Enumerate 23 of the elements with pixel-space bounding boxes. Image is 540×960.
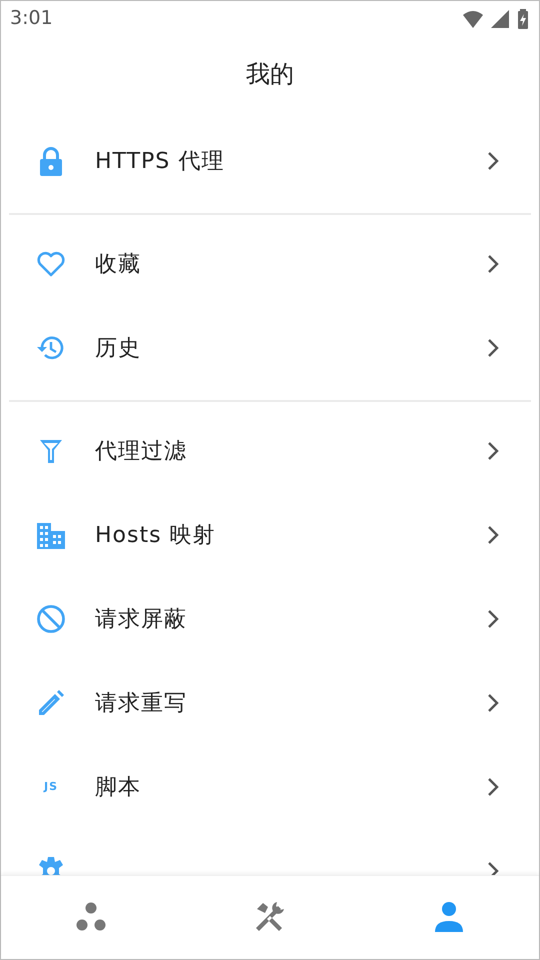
item-label: 历史 xyxy=(95,334,142,362)
item-label: 请求重写 xyxy=(95,690,188,718)
menu-item[interactable]: 代理过滤 xyxy=(1,409,539,493)
wifi-icon xyxy=(463,10,483,28)
signal-icon xyxy=(491,10,509,28)
page-title: 我的 xyxy=(246,59,294,90)
item-label: HTTPS 代理 xyxy=(95,148,226,176)
script-icon: JS xyxy=(35,778,67,796)
menu-item[interactable]: Hosts 映射 xyxy=(1,493,539,577)
block-icon xyxy=(35,603,67,635)
menu-item[interactable]: 请求屏蔽 xyxy=(1,577,539,661)
status-time: 3:01 xyxy=(10,6,53,32)
item-label: 收藏 xyxy=(95,250,142,278)
menu-item[interactable]: HTTPS 代理 xyxy=(1,119,539,203)
battery-icon xyxy=(517,8,529,28)
menu-item[interactable]: JS 脚本 xyxy=(1,745,539,829)
item-label: 请求屏蔽 xyxy=(95,606,188,634)
menu-item[interactable]: 收藏 xyxy=(1,222,539,306)
item-label: 脚本 xyxy=(95,774,142,802)
menu-item[interactable]: 请求重写 xyxy=(1,661,539,745)
menu-item[interactable]: 历史 xyxy=(1,306,539,390)
item-label: 代理过滤 xyxy=(95,438,188,466)
item-label: Hosts 映射 xyxy=(95,522,217,550)
